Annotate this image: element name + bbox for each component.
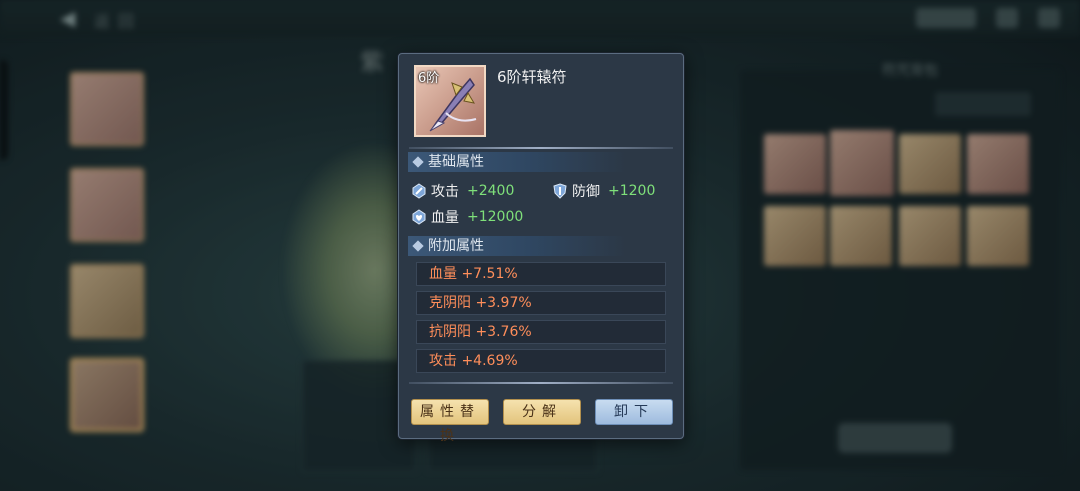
extra-stat-label: 血量 [429,266,457,282]
stat-label: 血量 [431,210,459,226]
stat-attack: 攻击 +2400 [411,181,514,201]
stat-value: +2400 [467,183,515,199]
extra-stat-row: 抗阴阳 +3.76% [416,320,666,344]
extra-stat-label: 攻击 [429,353,457,369]
stat-defense: 防御 +1200 [552,181,655,201]
item-name: 6阶轩辕符 [497,68,567,86]
extra-stat-value: +3.76% [475,324,532,340]
divider [409,382,673,384]
divider [409,147,673,149]
stat-label: 防御 [572,184,600,200]
stat-value: +12000 [467,209,524,225]
extra-stats-header: 附加属性 [408,236,626,256]
extra-stat-value: +7.51% [461,266,518,282]
extra-stat-value: +4.69% [461,353,518,369]
defense-icon [553,183,567,199]
extra-stat-row: 克阴阳 +3.97% [416,291,666,315]
hp-icon [412,209,426,225]
extra-stat-row: 血量 +7.51% [416,262,666,286]
tier-badge: 6阶 [418,71,440,86]
replace-attributes-button[interactable]: 属性替换 [411,399,489,444]
extra-stat-label: 克阴阳 [429,295,471,311]
item-detail-popup: 6阶 6阶轩辕符 基础属性 攻击 +2400 防御 +1200 血量 +1200… [398,53,684,444]
item-icon: 6阶 [414,65,486,137]
unequip-button[interactable]: 卸下 [595,399,673,425]
extra-stat-row: 攻击 +4.69% [416,349,666,373]
extra-stat-label: 抗阴阳 [429,324,471,340]
attack-icon [412,183,426,199]
stat-label: 攻击 [431,184,459,200]
extra-stat-value: +3.97% [475,295,532,311]
base-stats-header: 基础属性 [408,152,626,172]
decompose-button[interactable]: 分解 [503,399,581,425]
stat-hp: 血量 +12000 [411,207,523,227]
stat-value: +1200 [608,183,656,199]
